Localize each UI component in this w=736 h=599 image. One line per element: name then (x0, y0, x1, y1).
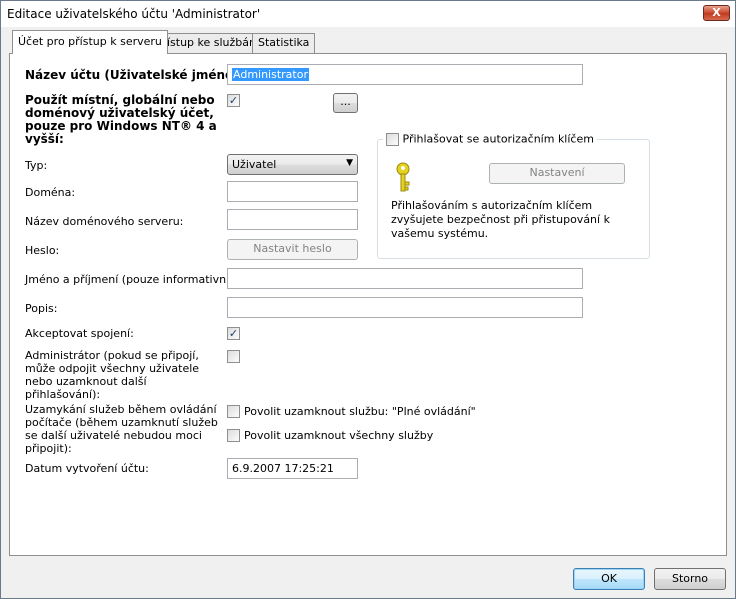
window-title: Editace uživatelského účtu 'Administrato… (7, 7, 261, 21)
lock-full-control-checkbox[interactable] (227, 405, 240, 418)
type-select[interactable]: Uživatel ▼ (227, 154, 358, 175)
account-name-value: Administrator (232, 68, 309, 81)
key-icon (396, 162, 410, 192)
lock-full-control-label: Povolit uzamknout službu: "Plné ovládání… (244, 405, 476, 418)
lock-label: Uzamykání služeb během ovládání počítače… (25, 403, 218, 455)
full-name-label: Jméno a příjmení (pouze informativní): (25, 273, 238, 286)
created-label: Datum vytvoření účtu: (25, 462, 149, 475)
tab-statistics[interactable]: Statistika (252, 33, 316, 53)
domain-input[interactable] (227, 181, 358, 202)
domain-server-label: Název doménového serveru: (25, 215, 184, 228)
cancel-button[interactable]: Storno (654, 568, 726, 590)
key-settings-button[interactable]: Nastavení (489, 163, 625, 184)
auth-key-checkbox[interactable] (386, 132, 399, 146)
description-label: Popis: (25, 302, 58, 315)
browse-button[interactable]: ... (333, 93, 358, 113)
accept-checkbox[interactable]: ✓ (227, 327, 240, 340)
type-value: Uživatel (232, 158, 277, 171)
domain-label: Doména: (25, 186, 76, 199)
auth-key-header: Přihlašovat se autorizačním klíčem (383, 132, 597, 146)
account-name-label: Název účtu (Uživatelské jméno): (25, 68, 244, 82)
auth-key-title: Přihlašovat se autorizačním klíčem (402, 132, 594, 146)
created-value: 6.9.2007 17:25:21 (227, 458, 358, 479)
account-name-input[interactable]: Administrator (227, 64, 583, 85)
full-name-input[interactable] (227, 268, 583, 289)
admin-label: Administrátor (pokud se připojí, může od… (25, 349, 200, 401)
accept-label: Akceptovat spojení: (25, 327, 134, 340)
password-label: Heslo: (25, 244, 60, 257)
tab-server-account[interactable]: Účet pro přístup k serveru (12, 30, 168, 54)
close-button[interactable]: X (703, 5, 730, 21)
dialog-window: Editace uživatelského účtu 'Administrato… (0, 0, 736, 599)
lock-all-services-checkbox[interactable] (227, 429, 240, 442)
use-account-checkbox[interactable]: ✓ (227, 94, 240, 107)
auth-key-description: Přihlašováním s autorizačním klíčem zvyš… (391, 199, 610, 240)
domain-server-input[interactable] (227, 209, 358, 230)
chevron-down-icon: ▼ (346, 158, 353, 168)
ok-button[interactable]: OK (573, 568, 645, 590)
type-label: Typ: (25, 159, 48, 172)
admin-checkbox[interactable] (227, 350, 240, 363)
lock-all-services-label: Povolit uzamknout všechny služby (244, 429, 434, 442)
close-icon: X (712, 6, 721, 19)
description-input[interactable] (227, 297, 583, 318)
title-bar[interactable]: Editace uživatelského účtu 'Administrato… (1, 1, 735, 27)
set-password-button[interactable]: Nastavit heslo (227, 239, 358, 260)
use-account-label: Použít místní, globální nebo doménový už… (25, 93, 217, 146)
